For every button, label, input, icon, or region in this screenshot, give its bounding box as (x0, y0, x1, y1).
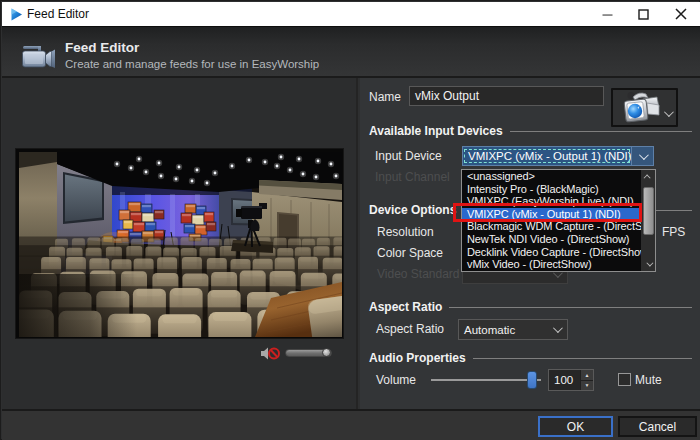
camera-source-button[interactable] (611, 88, 678, 127)
scrollbar-thumb[interactable] (643, 187, 654, 235)
name-input[interactable]: vMix Output (409, 86, 604, 106)
volume-value: 100 (549, 370, 580, 390)
video-camera-icon (22, 42, 56, 68)
camera-3d-icon (619, 91, 661, 124)
input-channel-label: Input Channel (375, 170, 450, 184)
volume-spin-down-icon[interactable]: ▼ (581, 380, 593, 391)
mute-checkbox[interactable] (618, 373, 631, 386)
dropdown-scrollbar[interactable] (641, 170, 655, 271)
auditorium-photo (19, 152, 342, 337)
name-label: Name (369, 90, 401, 104)
section-title: Aspect Ratio (369, 300, 442, 314)
easyworship-logo-icon (10, 8, 23, 21)
window-title: Feed Editor (27, 7, 89, 21)
dropdown-item[interactable]: Blackmagic WDM Capture - (DirectShow) (462, 220, 642, 233)
close-icon (675, 8, 687, 20)
aspect-ratio-combobox[interactable]: Automatic (458, 319, 568, 340)
input-device-label: Input Device (375, 149, 442, 163)
preview-volume-slider[interactable] (285, 349, 332, 357)
input-device-value: VMIXPC (vMix - Output 1) (NDI) (463, 148, 631, 164)
annotation-highlight-box (453, 203, 642, 222)
section-line (449, 307, 692, 308)
video-standard-label: Video Standard (377, 267, 460, 281)
section-title: Audio Properties (369, 351, 466, 365)
section-aspect-ratio: Aspect Ratio (369, 300, 692, 314)
cancel-button[interactable]: Cancel (618, 416, 697, 437)
maximize-button[interactable] (626, 2, 660, 26)
aspect-ratio-value: Automatic (459, 324, 545, 336)
minimize-icon (602, 9, 613, 20)
fps-label: FPS (662, 225, 685, 239)
section-title: Available Input Devices (369, 124, 503, 138)
aspect-ratio-chevron-icon (545, 324, 567, 335)
muted-speaker-icon (260, 347, 280, 360)
dropdown-item[interactable]: Intensity Pro - (BlackMagic) (462, 183, 642, 196)
header-banner: Feed Editor Create and manage feeds for … (2, 26, 700, 78)
ok-button[interactable]: OK (538, 416, 613, 437)
maximize-icon (638, 9, 649, 20)
aspect-ratio-label: Aspect Ratio (376, 322, 444, 336)
section-audio-properties: Audio Properties (369, 351, 692, 365)
input-device-chevron-icon (631, 147, 653, 165)
section-title: Device Options (369, 203, 456, 217)
section-line (473, 358, 692, 359)
color-space-label: Color Space (377, 246, 443, 260)
video-preview (15, 148, 344, 339)
close-button[interactable] (664, 2, 698, 26)
header-subtitle: Create and manage feeds for use in EasyW… (65, 58, 319, 70)
dropdown-item[interactable]: vMix Video - (DirectShow) (462, 258, 642, 271)
section-line (510, 131, 692, 132)
volume-value-spinner[interactable]: 100 ▲ ▼ (548, 369, 594, 391)
preview-volume-thumb[interactable] (322, 348, 331, 357)
volume-spinner-buttons: ▲ ▼ (580, 370, 593, 390)
header-title: Feed Editor (65, 40, 139, 55)
resolution-label: Resolution (377, 225, 434, 239)
feed-editor-dialog: Feed Editor (0, 0, 700, 440)
dropdown-item[interactable]: <unassigned> (462, 170, 642, 183)
volume-slider-thumb[interactable] (527, 371, 537, 389)
scroll-down-icon[interactable] (641, 258, 655, 271)
volume-spin-up-icon[interactable]: ▲ (581, 370, 593, 380)
preview-mute-indicator[interactable] (260, 346, 280, 359)
dropdown-item[interactable]: Decklink Video Capture - (DirectShow) (462, 246, 642, 259)
dropdown-item[interactable]: NewTek NDI Video - (DirectShow) (462, 233, 642, 246)
input-device-combobox[interactable]: VMIXPC (vMix - Output 1) (NDI) (462, 146, 654, 166)
mute-label: Mute (635, 373, 662, 387)
scroll-up-icon[interactable] (641, 170, 655, 183)
section-available-input-devices: Available Input Devices (369, 124, 692, 138)
camera-button-chevron-icon (664, 103, 671, 121)
title-bar: Feed Editor (2, 2, 700, 26)
volume-label: Volume (376, 373, 416, 387)
minimize-button[interactable] (590, 2, 624, 26)
footer-bar: OK Cancel (2, 409, 700, 440)
volume-slider-track[interactable] (431, 379, 541, 381)
